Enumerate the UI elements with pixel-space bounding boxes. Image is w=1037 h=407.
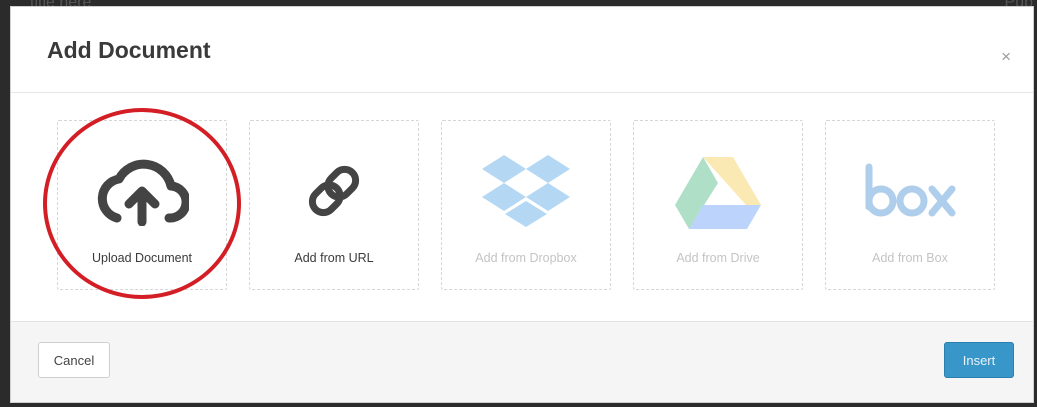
tile-label: Add from URL	[294, 251, 374, 265]
tile-upload-document[interactable]: Upload Document	[57, 120, 227, 290]
google-drive-icon	[634, 149, 802, 233]
insert-button[interactable]: Insert	[944, 342, 1014, 378]
tile-add-from-url[interactable]: Add from URL	[249, 120, 419, 290]
tile-add-from-drive[interactable]: Add from Drive	[633, 120, 803, 290]
dialog-title: Add Document	[47, 37, 211, 63]
cloud-upload-icon	[58, 149, 226, 233]
tile-label: Upload Document	[91, 251, 193, 265]
add-document-dialog: Add Document × Upload Document Add from …	[10, 6, 1034, 403]
dialog-footer: Cancel Insert	[11, 321, 1033, 402]
source-tiles: Upload Document Add from URL Add from Dr…	[57, 120, 1033, 290]
dialog-header: Add Document ×	[11, 7, 1033, 93]
tile-label: Add from Dropbox	[475, 251, 577, 265]
box-icon	[826, 149, 994, 233]
tile-label: Add from Drive	[676, 251, 760, 265]
link-icon	[250, 149, 418, 233]
tile-add-from-dropbox[interactable]: Add from Dropbox	[441, 120, 611, 290]
dropbox-icon	[442, 149, 610, 233]
close-icon[interactable]: ×	[1001, 47, 1011, 67]
cancel-button[interactable]: Cancel	[38, 342, 110, 378]
tile-add-from-box[interactable]: Add from Box	[825, 120, 995, 290]
tile-label: Add from Box	[872, 251, 948, 265]
